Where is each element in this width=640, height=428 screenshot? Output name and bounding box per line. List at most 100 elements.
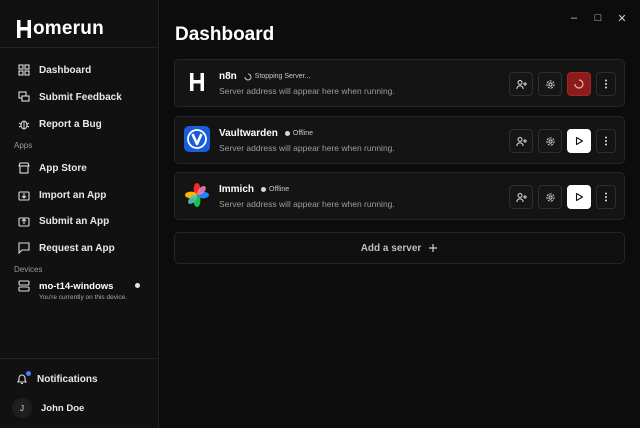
sidebar-item-label: Request an App xyxy=(39,242,115,254)
add-user-icon xyxy=(515,192,527,202)
sidebar-divider xyxy=(0,47,159,48)
sidebar-item-submit-app[interactable]: Submit an App xyxy=(18,212,109,230)
plus-icon xyxy=(429,244,438,252)
gear-icon xyxy=(545,79,555,89)
sidebar-item-label: Report a Bug xyxy=(39,118,102,130)
server-status-text: Offline xyxy=(292,130,314,137)
n8n-logo-icon xyxy=(184,69,210,95)
submit-icon xyxy=(18,217,30,227)
maximize-icon[interactable]: □ xyxy=(586,10,610,26)
server-name-text: Vaultwarden xyxy=(219,128,278,139)
settings-button[interactable] xyxy=(538,185,562,209)
user-profile[interactable]: J John Doe xyxy=(12,398,84,418)
server-status-text: Offline xyxy=(269,186,290,193)
server-name: Immich Offline xyxy=(219,184,289,195)
sidebar-item-label: Dashboard xyxy=(39,64,92,76)
import-icon xyxy=(18,191,30,201)
status-dot xyxy=(261,187,267,192)
minimize-icon[interactable]: – xyxy=(562,10,586,26)
bug-icon xyxy=(18,120,30,130)
server-icon xyxy=(18,280,30,292)
request-icon xyxy=(18,242,30,254)
user-name: John Doe xyxy=(41,402,85,414)
app-logo: omerun xyxy=(16,18,104,40)
add-user-button[interactable] xyxy=(509,185,533,209)
dashboard-icon xyxy=(18,64,30,76)
notifications-button[interactable]: Notifications xyxy=(16,371,98,385)
server-status: Offline xyxy=(261,186,289,193)
close-icon[interactable]: ✕ xyxy=(610,10,634,26)
settings-button[interactable] xyxy=(538,129,562,153)
server-status: Offline xyxy=(284,130,314,137)
device-subtitle: You're currently on this device. xyxy=(39,294,128,301)
card-actions xyxy=(509,185,616,209)
add-user-icon xyxy=(515,136,527,146)
server-card-immich: Immich Offline Server address will appea… xyxy=(174,172,625,220)
server-card-n8n: n8n Stopping Server... Server address wi… xyxy=(174,59,625,107)
start-button[interactable] xyxy=(567,185,591,209)
server-status-text: Stopping Server... xyxy=(254,73,311,80)
sidebar: omerun Dashboard Submit Feedback Report … xyxy=(0,0,159,428)
notification-badge xyxy=(26,371,31,376)
page-title: Dashboard xyxy=(175,24,275,45)
more-options-button[interactable] xyxy=(596,72,616,96)
more-vertical-icon xyxy=(605,136,607,146)
gear-icon xyxy=(545,192,555,202)
section-label-devices: Devices xyxy=(14,265,43,274)
more-vertical-icon xyxy=(605,79,607,89)
immich-logo-icon xyxy=(184,182,210,208)
window-controls: – □ ✕ xyxy=(562,10,634,26)
status-dot xyxy=(284,131,290,136)
main-content: Dashboard n8n Stopping Server... Server … xyxy=(160,0,640,428)
store-icon xyxy=(18,162,30,174)
sidebar-item-import-app[interactable]: Import an App xyxy=(18,186,106,204)
sidebar-item-label: App Store xyxy=(39,162,87,174)
server-name: Vaultwarden Offline xyxy=(219,128,313,139)
spinner-icon xyxy=(244,73,252,80)
server-card-vaultwarden: Vaultwarden Offline Server address will … xyxy=(174,116,625,164)
add-user-button[interactable] xyxy=(509,72,533,96)
vaultwarden-logo-icon xyxy=(184,126,210,152)
server-address: Server address will appear here when run… xyxy=(219,143,395,153)
feedback-icon xyxy=(18,91,30,102)
sidebar-item-label: Submit Feedback xyxy=(39,91,122,103)
more-options-button[interactable] xyxy=(596,129,616,153)
more-options-button[interactable] xyxy=(596,185,616,209)
homerun-logo-icon xyxy=(17,20,31,38)
sidebar-item-request-app[interactable]: Request an App xyxy=(18,239,115,257)
card-actions xyxy=(509,72,616,96)
gear-icon xyxy=(545,136,555,146)
play-icon xyxy=(575,192,584,202)
section-label-apps: Apps xyxy=(14,141,33,150)
server-address: Server address will appear here when run… xyxy=(219,199,395,209)
settings-button[interactable] xyxy=(538,72,562,96)
device-name: mo-t14-windows xyxy=(39,280,114,292)
server-name: n8n Stopping Server... xyxy=(219,71,310,82)
stopping-button[interactable] xyxy=(567,72,591,96)
sidebar-item-app-store[interactable]: App Store xyxy=(18,159,87,177)
add-server-label: Add a server xyxy=(360,242,422,254)
avatar: J xyxy=(12,398,32,418)
more-vertical-icon xyxy=(605,192,607,202)
device-item[interactable]: mo-t14-windows You're currently on this … xyxy=(18,280,146,301)
play-icon xyxy=(575,136,584,146)
sidebar-item-submit-feedback[interactable]: Submit Feedback xyxy=(18,88,122,106)
device-status-dot xyxy=(135,283,140,288)
sidebar-item-report-bug[interactable]: Report a Bug xyxy=(18,115,102,133)
sidebar-item-label: Submit an App xyxy=(39,215,110,227)
server-name-text: n8n xyxy=(219,71,237,82)
server-address: Server address will appear here when run… xyxy=(219,86,395,96)
card-actions xyxy=(509,129,616,153)
add-user-button[interactable] xyxy=(509,129,533,153)
sidebar-item-label: Import an App xyxy=(39,189,107,201)
server-name-text: Immich xyxy=(219,184,255,195)
spinner-icon xyxy=(574,79,584,89)
server-status: Stopping Server... xyxy=(244,73,311,81)
notifications-label: Notifications xyxy=(37,373,98,385)
brand-name: omerun xyxy=(33,18,104,39)
sidebar-item-dashboard[interactable]: Dashboard xyxy=(18,61,91,79)
add-server-button[interactable]: Add a server xyxy=(174,232,625,264)
start-button[interactable] xyxy=(567,129,591,153)
add-user-icon xyxy=(515,79,527,89)
sidebar-divider xyxy=(0,358,159,359)
